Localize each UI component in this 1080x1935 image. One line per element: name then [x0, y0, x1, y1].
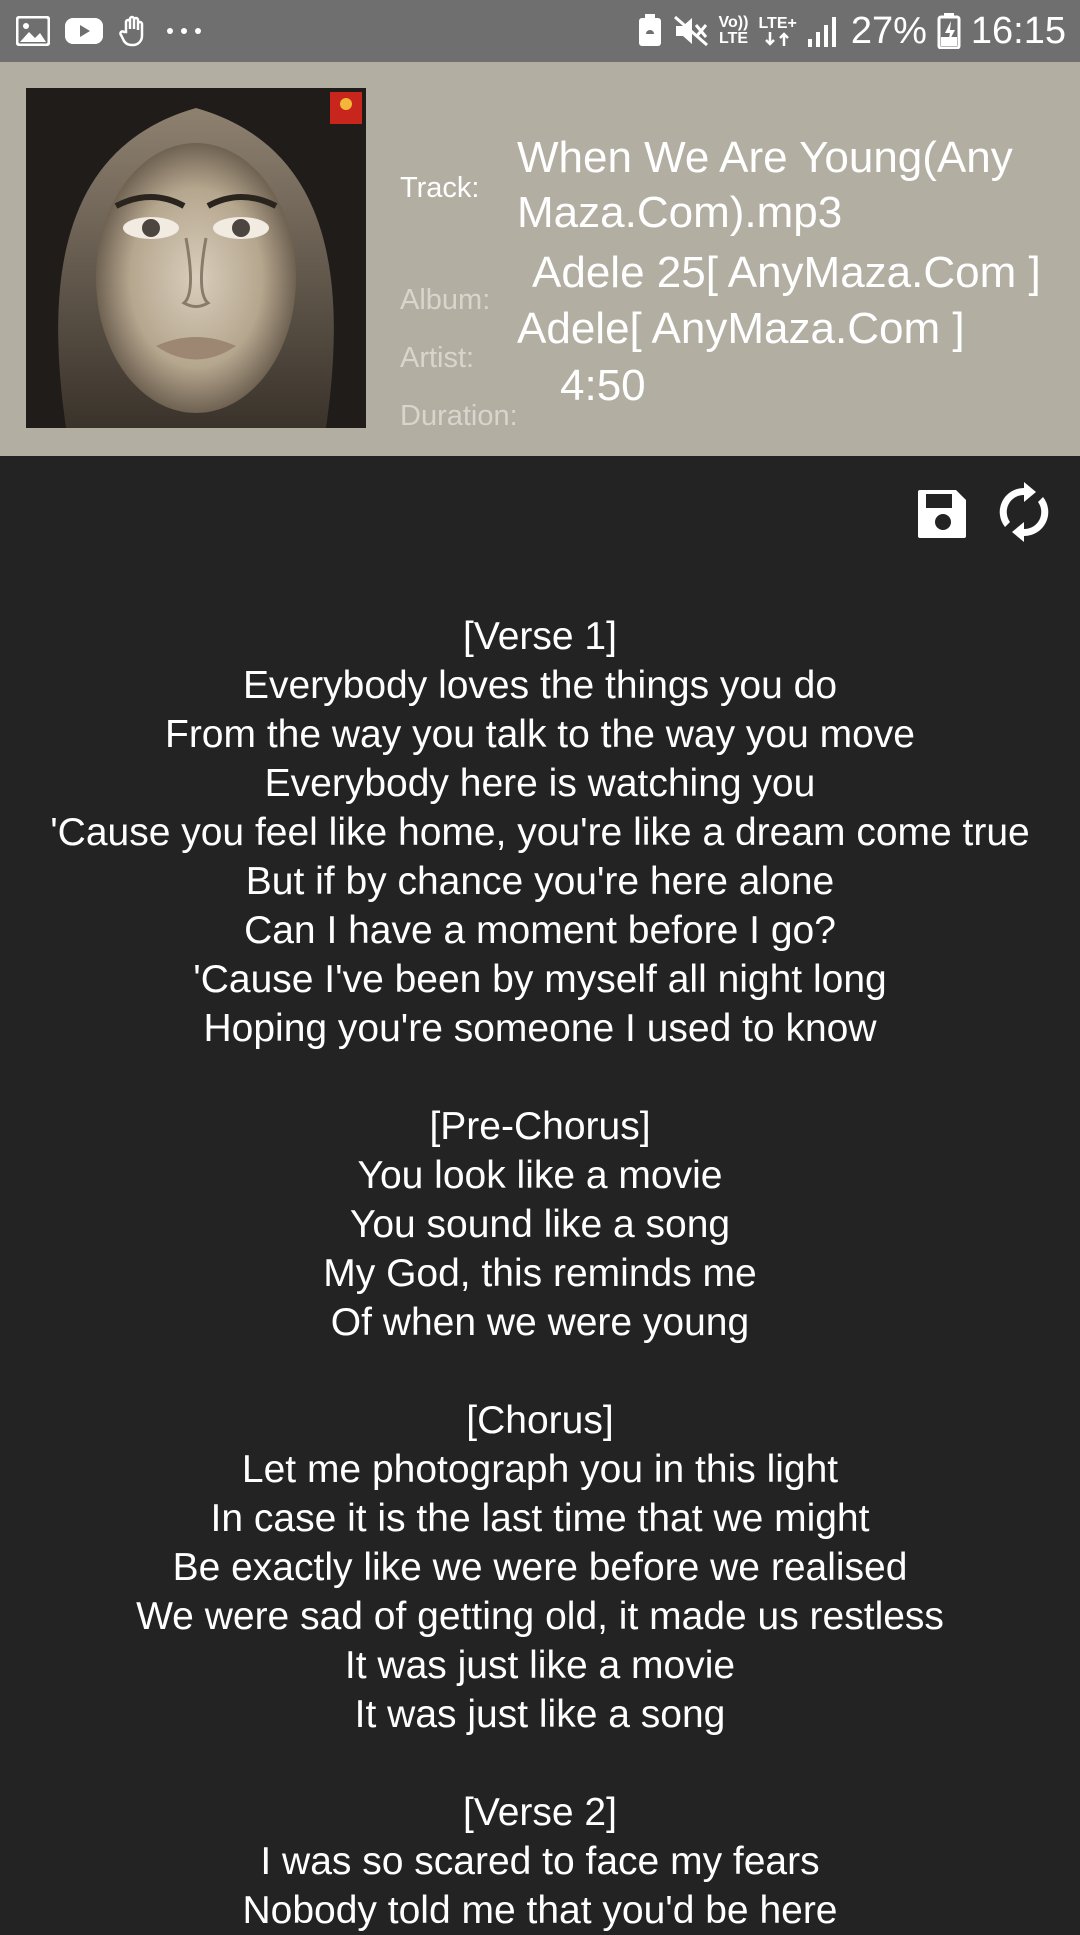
lte-icon: LTE+	[758, 16, 797, 46]
status-bar: Vo)) LTE LTE+ 27% 16:15	[0, 0, 1080, 62]
save-button[interactable]	[916, 486, 970, 545]
battery-charging-icon	[937, 13, 961, 49]
volte-icon: Vo)) LTE	[718, 14, 749, 47]
album-label: Album:	[400, 284, 491, 316]
system-icons: Vo)) LTE LTE+ 27% 16:15	[637, 0, 1066, 62]
track-header: Track: When We Are Young(Any Maza.Com).m…	[0, 62, 1080, 456]
track-label: Track:	[400, 172, 480, 204]
hand-icon	[118, 14, 150, 48]
duration-label: Duration:	[400, 400, 518, 432]
save-icon	[916, 490, 970, 544]
refresh-icon	[996, 482, 1052, 546]
gallery-icon	[16, 16, 50, 46]
album-value: Adele 25[ AnyMaza.Com ]	[532, 248, 1041, 297]
signal-icon	[807, 15, 841, 47]
artist-label: Artist:	[400, 342, 475, 374]
track-title: When We Are Young(Any Maza.Com).mp3	[517, 133, 1013, 237]
lyrics-text: [Verse 1] Everybody loves the things you…	[50, 615, 1030, 1932]
youtube-icon	[64, 16, 104, 46]
album-art[interactable]	[26, 88, 366, 428]
more-dots-icon	[164, 26, 204, 36]
notification-icons	[16, 0, 204, 62]
battery-saver-icon	[637, 14, 663, 48]
duration-value: 4:50	[560, 361, 646, 410]
battery-percent: 27%	[850, 9, 927, 52]
clock: 16:15	[970, 9, 1066, 52]
mute-icon	[673, 15, 709, 47]
artist-value: Adele[ AnyMaza.Com ]	[517, 304, 965, 353]
refresh-button[interactable]	[996, 482, 1052, 547]
